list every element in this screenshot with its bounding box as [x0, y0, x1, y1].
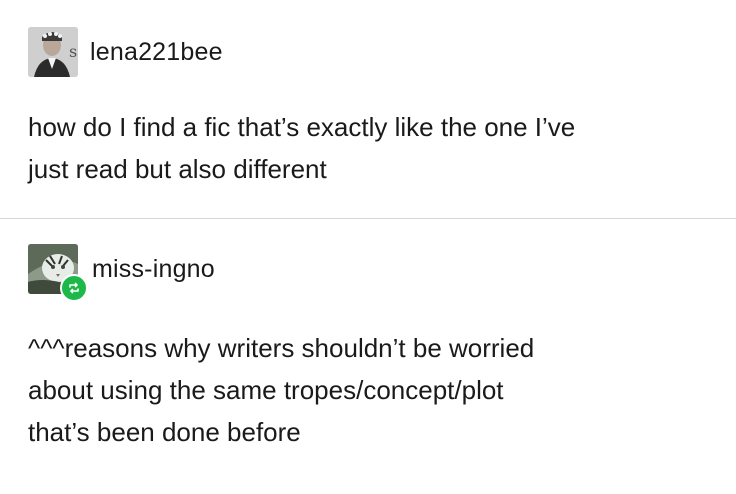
username[interactable]: lena221bee — [90, 37, 223, 67]
post-original: s lena221bee how do I find a fic that’s … — [0, 0, 736, 218]
svg-text:s: s — [69, 42, 77, 61]
tiger-avatar-icon[interactable] — [28, 244, 88, 302]
post-reblog: miss-ingno ^^^reasons why writers should… — [0, 220, 736, 494]
post-body-text: ^^^reasons why writers shouldn’t be worr… — [28, 333, 535, 447]
post-divider — [0, 218, 736, 219]
avatar-photo-icon[interactable]: s — [28, 27, 78, 77]
username[interactable]: miss-ingno — [92, 254, 215, 284]
reblog-icon — [60, 274, 88, 302]
post-body-text: how do I find a fic that’s exactly like … — [28, 112, 576, 184]
post-header: miss-ingno — [28, 244, 215, 302]
post-header: s lena221bee — [28, 27, 223, 77]
